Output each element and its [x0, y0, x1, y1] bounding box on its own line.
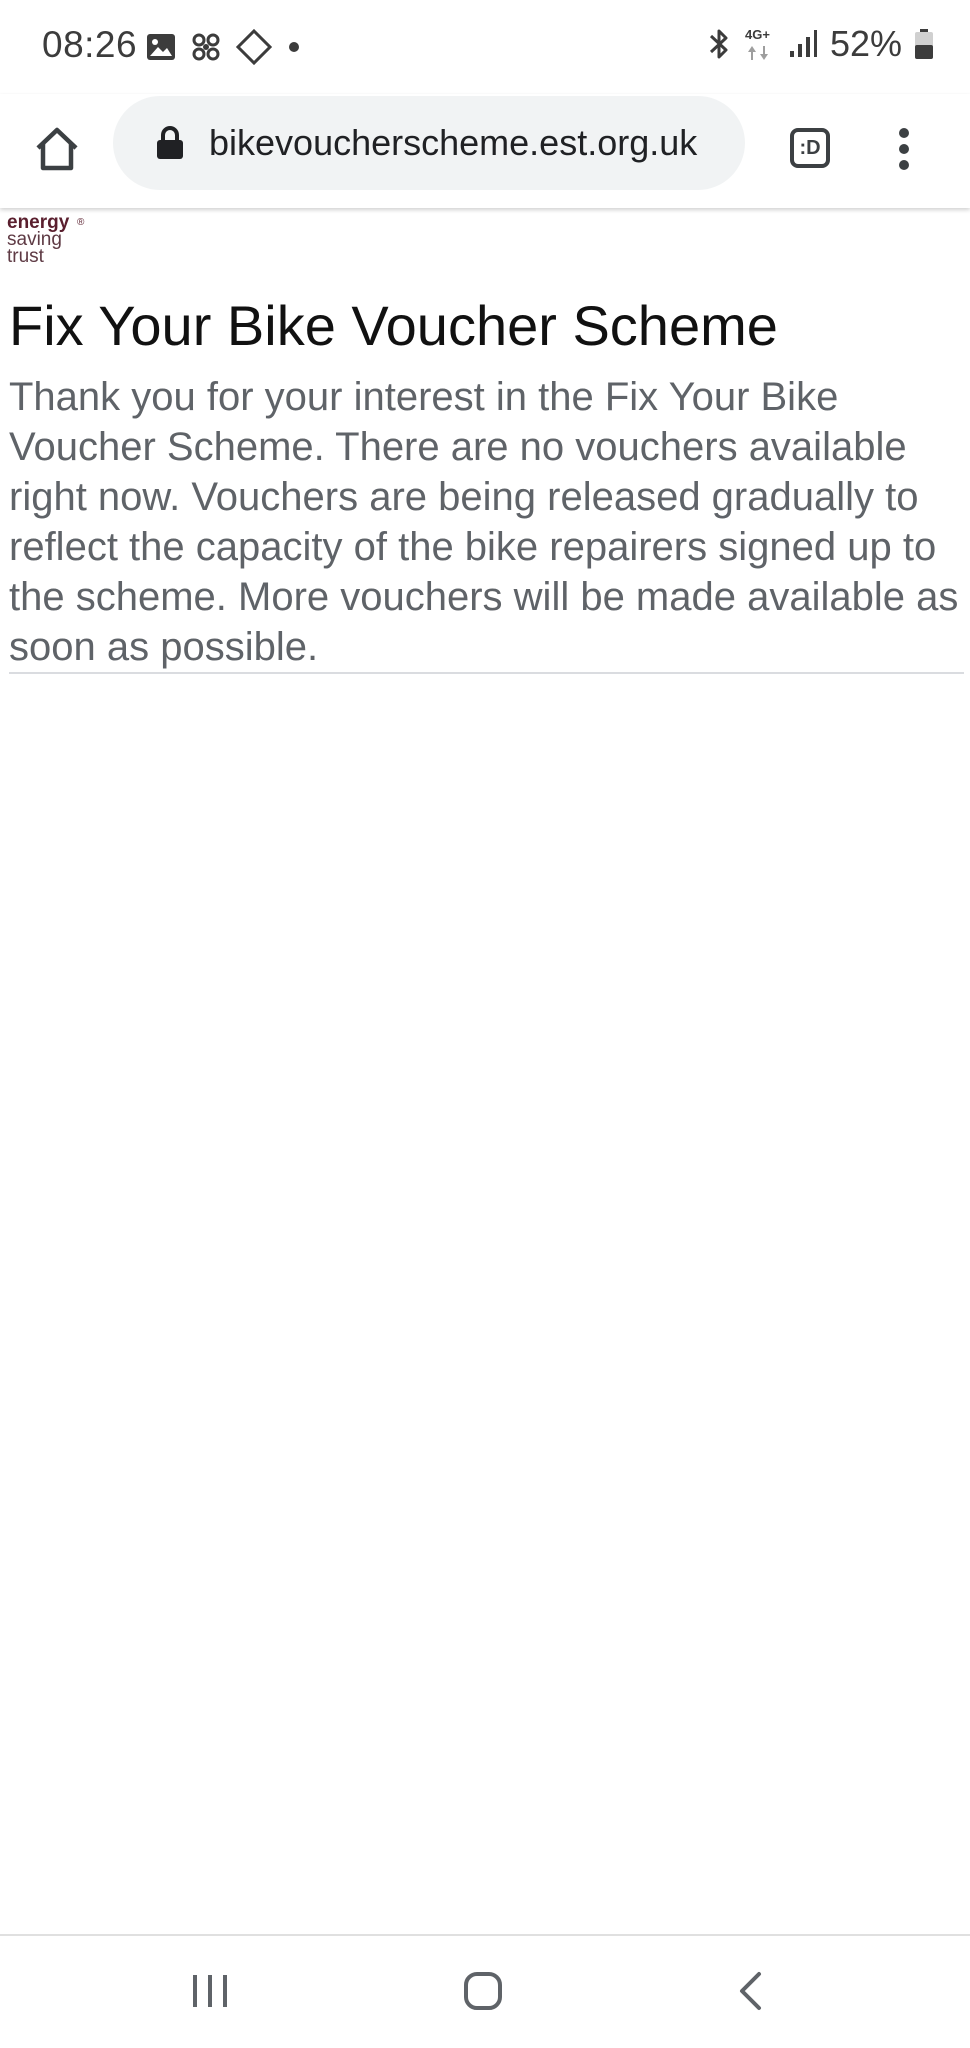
recents-button[interactable] — [182, 1958, 238, 2024]
more-vert-icon — [899, 128, 909, 170]
fan-icon — [190, 31, 222, 63]
home-nav-button[interactable] — [450, 1958, 516, 2024]
back-button[interactable] — [722, 1958, 778, 2024]
page-title: Fix Your Bike Voucher Scheme — [9, 294, 778, 357]
more-menu-button[interactable] — [876, 116, 932, 182]
home-button[interactable] — [24, 116, 90, 182]
navigation-bar — [0, 1934, 970, 2048]
network-label: 4G+ — [745, 27, 770, 42]
lock-icon[interactable] — [155, 126, 185, 160]
dot-icon — [286, 39, 302, 55]
status-bar: 08:26 4G+ 52% — [0, 0, 970, 94]
recents-icon — [193, 1975, 227, 2007]
battery-percent: 52% — [829, 23, 902, 64]
url-text[interactable]: bikevoucherscheme.est.org.uk — [209, 122, 745, 164]
energy-saving-trust-logo[interactable]: energy saving trust ® — [7, 213, 87, 272]
logo-line-3: trust — [7, 246, 44, 267]
home-nav-icon — [464, 1972, 502, 2010]
status-system-icons: 4G+ 52% — [706, 22, 934, 66]
status-time: 08:26 — [42, 24, 138, 65]
tab-switcher-button[interactable]: :D — [782, 120, 838, 176]
bluetooth-icon — [706, 27, 732, 61]
home-icon — [36, 127, 78, 171]
address-bar[interactable]: bikevoucherscheme.est.org.uk — [113, 96, 745, 190]
browser-toolbar: bikevoucherscheme.est.org.uk :D — [0, 94, 970, 208]
logo-registered-mark: ® — [77, 217, 85, 228]
image-icon — [146, 33, 176, 61]
unavailable-message: Thank you for your interest in the Fix Y… — [9, 375, 959, 669]
battery-icon — [914, 28, 934, 60]
content-divider — [9, 672, 964, 674]
signal-icon — [788, 29, 818, 59]
network-4g-icon: 4G+ — [744, 26, 776, 62]
move-icon — [236, 29, 272, 65]
status-notification-icons — [146, 29, 302, 65]
back-icon — [740, 1972, 761, 2010]
tab-switcher-icon: :D — [790, 128, 830, 168]
